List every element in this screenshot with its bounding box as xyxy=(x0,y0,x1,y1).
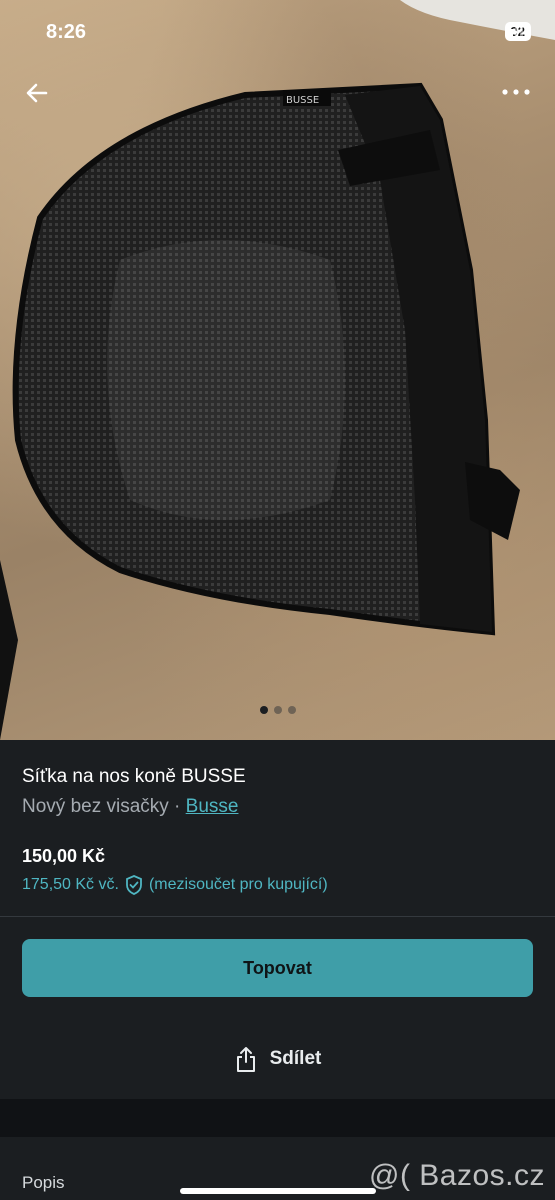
description-label: Popis xyxy=(22,1173,65,1192)
listing-condition: Nový bez visačky · xyxy=(22,796,181,817)
svg-text:BUSSE: BUSSE xyxy=(286,95,319,106)
status-bar: 8:26 92 xyxy=(0,0,555,64)
listing-photo[interactable]: BUSSE 8:26 92 xyxy=(0,0,555,740)
listing-title: Síťka na nos koně BUSSE xyxy=(22,766,246,787)
more-horizontal-icon xyxy=(502,89,530,95)
shield-check-icon xyxy=(126,875,142,895)
pagination-dot-2[interactable] xyxy=(273,706,282,714)
listing-info: Síťka na nos koně BUSSE Nový bez visačky… xyxy=(0,740,555,916)
product-image-net: BUSSE xyxy=(0,0,555,740)
listing-price: 150,00 Kč xyxy=(22,846,106,866)
more-options-button[interactable] xyxy=(499,82,533,102)
buyer-price-line[interactable]: 175,50 Kč vč. (mezisoučet pro kupující) xyxy=(22,874,328,896)
buyer-price: 175,50 Kč vč. xyxy=(22,876,119,893)
wifi-icon xyxy=(506,23,523,35)
photo-pagination[interactable] xyxy=(0,706,555,714)
listing-condition-line: Nový bez visačky · Busse xyxy=(22,796,238,818)
pagination-dot-1[interactable] xyxy=(259,706,268,714)
section-separator xyxy=(0,1099,555,1137)
brand-link[interactable]: Busse xyxy=(186,796,239,817)
back-button[interactable] xyxy=(22,78,52,108)
promote-button[interactable]: Topovat xyxy=(22,939,533,997)
watermark: @( Bazos.cz xyxy=(369,1159,545,1192)
share-icon xyxy=(236,1047,255,1072)
home-indicator xyxy=(180,1188,376,1194)
pagination-dot-3[interactable] xyxy=(287,706,296,714)
status-time: 8:26 xyxy=(46,21,87,43)
buyer-price-note: (mezisoučet pro kupující) xyxy=(148,876,328,893)
share-button[interactable]: Sdílet xyxy=(0,1041,555,1077)
status-icons: 92 xyxy=(504,22,531,41)
listing-actions: Topovat Sdílet xyxy=(0,917,555,1099)
share-label: Sdílet xyxy=(269,1048,322,1069)
arrow-left-icon xyxy=(26,83,48,103)
